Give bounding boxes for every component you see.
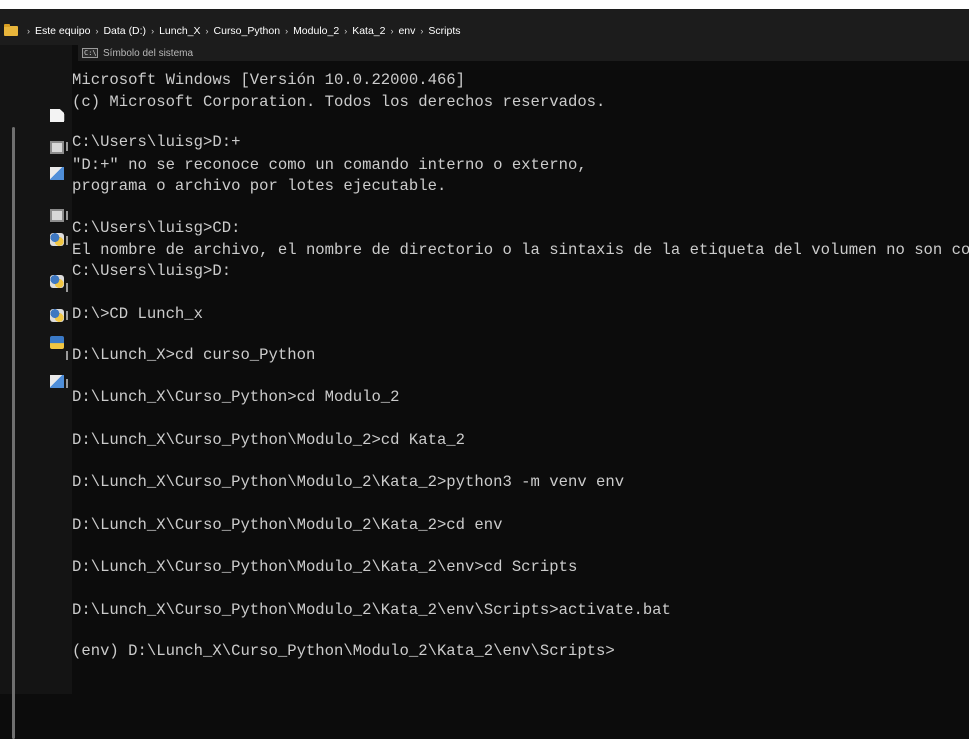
truncated-text-fragment: [66, 211, 68, 220]
console-line: El nombre de archivo, el nombre de direc…: [72, 241, 969, 259]
console-line: D:\Lunch_X\Curso_Python\Modulo_2\Kata_2>…: [72, 516, 503, 534]
console-line: C:\Users\luisg>CD:: [72, 219, 241, 237]
truncated-text-fragment: [66, 311, 68, 320]
scrollbar[interactable]: [12, 127, 15, 739]
chevron-right-icon: ›: [344, 26, 348, 36]
console-line: D:\Lunch_X\Curso_Python\Modulo_2\Kata_2\…: [72, 601, 671, 619]
console-line: (c) Microsoft Corporation. Todos los der…: [72, 93, 606, 111]
folder-icon: [4, 24, 18, 36]
breadcrumb: › Este equipo › Data (D:) › Lunch_X › Cu…: [0, 24, 461, 38]
chevron-right-icon: ›: [151, 26, 155, 36]
breadcrumb-item-env[interactable]: env: [398, 25, 415, 37]
chevron-right-icon: ›: [285, 26, 289, 36]
console-output[interactable]: Microsoft Windows [Versión 10.0.22000.46…: [72, 61, 969, 694]
console-line: D:\Lunch_X>cd curso_Python: [72, 346, 316, 364]
window-top-edge: [0, 0, 969, 9]
explorer-file-pane: N: [0, 45, 72, 739]
command-file-icon[interactable]: [50, 141, 64, 154]
console-line: D:\Lunch_X\Curso_Python\Modulo_2\Kata_2\…: [72, 558, 578, 576]
command-file-icon[interactable]: [50, 209, 64, 222]
window-title: Símbolo del sistema: [103, 47, 194, 59]
breadcrumb-item-kata-2[interactable]: Kata_2: [352, 25, 385, 37]
python-file-icon[interactable]: [50, 309, 64, 322]
python-file-icon[interactable]: [50, 233, 64, 246]
truncated-text-fragment: [66, 236, 68, 245]
console-line: programa o archivo por lotes ejecutable.: [72, 177, 447, 195]
chevron-right-icon: ›: [390, 26, 394, 36]
console-line: D:\Lunch_X\Curso_Python\Modulo_2\Kata_2>…: [72, 473, 625, 491]
truncated-text-fragment: [66, 351, 68, 360]
chevron-right-icon: ›: [95, 26, 99, 36]
image-file-icon[interactable]: [50, 375, 64, 388]
truncated-text-fragment: [66, 283, 68, 292]
address-bar[interactable]: › Este equipo › Data (D:) › Lunch_X › Cu…: [0, 9, 969, 45]
console-line: D:\Lunch_X\Curso_Python>cd Modulo_2: [72, 388, 400, 406]
console-line: C:\Users\luisg>D:+: [72, 133, 241, 151]
image-file-icon[interactable]: [50, 167, 64, 180]
console-title-bar[interactable]: C:\ Símbolo del sistema: [78, 45, 969, 61]
console-line: C:\Users\luisg>D:: [72, 262, 232, 280]
console-line: D:\Lunch_X\Curso_Python\Modulo_2>cd Kata…: [72, 431, 466, 449]
command-prompt-icon: C:\: [82, 48, 98, 58]
console-line: Microsoft Windows [Versión 10.0.22000.46…: [72, 71, 466, 89]
python-file-icon[interactable]: [50, 275, 64, 288]
breadcrumb-item-curso-python[interactable]: Curso_Python: [214, 25, 281, 37]
console-line: "D:+" no se reconoce como un comando int…: [72, 156, 587, 174]
chevron-right-icon: ›: [27, 26, 30, 36]
powershell-file-icon[interactable]: [50, 336, 64, 349]
console-prompt-line[interactable]: (env) D:\Lunch_X\Curso_Python\Modulo_2\K…: [72, 642, 615, 661]
chevron-right-icon: ›: [205, 26, 209, 36]
document-file-icon[interactable]: [50, 109, 64, 122]
breadcrumb-item-data-drive[interactable]: Data (D:): [103, 25, 146, 37]
breadcrumb-item-este-equipo[interactable]: Este equipo: [35, 25, 90, 37]
breadcrumb-item-scripts[interactable]: Scripts: [428, 25, 460, 37]
truncated-text-fragment: [66, 142, 68, 151]
chevron-right-icon: ›: [420, 26, 424, 36]
breadcrumb-item-modulo-2[interactable]: Modulo_2: [293, 25, 339, 37]
truncated-text-fragment: [66, 379, 68, 388]
console-line: D:\>CD Lunch_x: [72, 305, 204, 323]
breadcrumb-item-lunch-x[interactable]: Lunch_X: [159, 25, 200, 37]
